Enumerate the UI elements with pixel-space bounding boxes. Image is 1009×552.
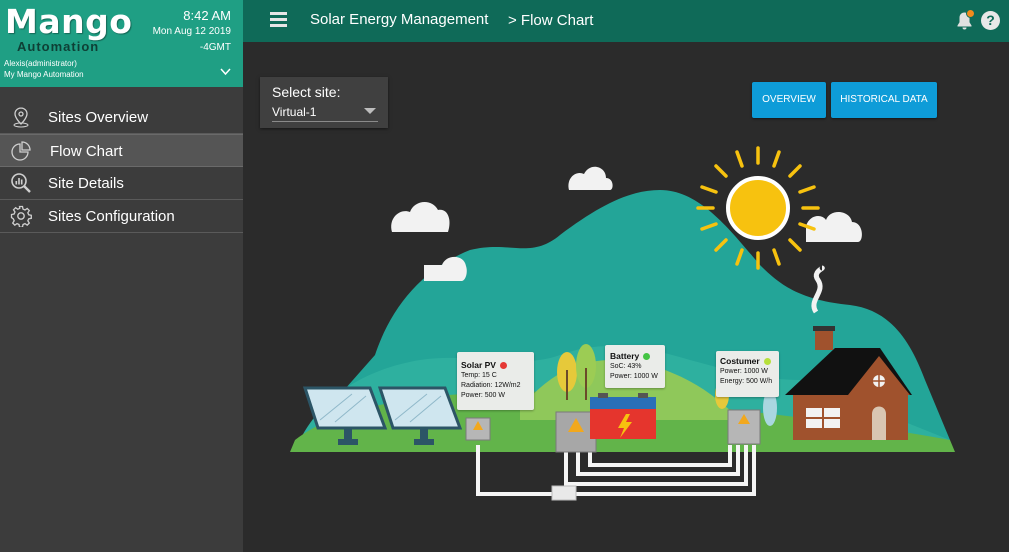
sidebar-item-flow-chart[interactable]: Flow Chart: [0, 134, 243, 167]
site-select[interactable]: Select site: Virtual-1: [260, 77, 388, 128]
status-dot-lime: [763, 358, 771, 365]
sun: [696, 146, 820, 270]
sidebar-item-sites-configuration[interactable]: Sites Configuration: [0, 200, 243, 233]
brand-panel: Mango Automation 8:42 AM Mon Aug 12 2019…: [0, 0, 243, 87]
solar-pv-title: Solar PV: [461, 359, 530, 371]
pie-chart-icon: [11, 141, 31, 161]
sidebar-item-label: Site Details: [48, 175, 124, 192]
battery: [590, 393, 656, 439]
power-lines: [476, 445, 756, 496]
map-pin-icon: [13, 107, 29, 128]
costumer-card[interactable]: Costumer Power: 1000 W Energy: 500 W/h: [716, 351, 779, 397]
status-dot-red: [499, 362, 507, 369]
sidebar-item-label: Sites Overview: [48, 109, 149, 126]
search-chart-icon: [11, 173, 31, 193]
menu-icon[interactable]: [270, 12, 287, 27]
logo[interactable]: Mango: [5, 2, 132, 41]
app-name: My Mango Automation: [4, 70, 84, 79]
chevron-down-icon[interactable]: [220, 68, 231, 76]
site-select-label: Select site:: [272, 84, 341, 100]
user-name: Alexis(administrator): [4, 59, 77, 68]
solar-pv-card[interactable]: Solar PV Temp: 15 C Radiation: 12W/m2 Po…: [457, 352, 534, 410]
junction-box: [551, 485, 577, 501]
sidebar-nav: Sites Overview Flow Chart Site Details S…: [0, 101, 243, 233]
dropdown-arrow-icon[interactable]: [364, 108, 376, 114]
app-root: Mango Automation 8:42 AM Mon Aug 12 2019…: [0, 0, 1009, 552]
status-dot-green: [643, 353, 651, 360]
battery-card[interactable]: Battery SoC: 43% Power: 1000 W: [605, 345, 665, 388]
sidebar-item-label: Flow Chart: [50, 143, 123, 160]
clock-time: 8:42 AM: [183, 8, 231, 23]
battery-soc: SoC: 43%: [610, 363, 642, 370]
sidebar-item-label: Sites Configuration: [48, 208, 175, 225]
solar-pv-radiation: Radiation: 12W/m2: [461, 382, 521, 389]
logo-subtitle: Automation: [17, 39, 100, 54]
solar-pv-temp: Temp: 15 C: [461, 372, 497, 379]
notification-badge: [966, 9, 975, 18]
flow-chart-illustration: [290, 146, 955, 501]
costumer-power: Power: 1000 W: [720, 368, 768, 375]
help-icon[interactable]: ?: [981, 11, 1000, 30]
gear-icon: [10, 205, 32, 227]
top-header: Solar Energy Management > Flow Chart ?: [243, 0, 1009, 42]
battery-power: Power: 1000 W: [610, 373, 658, 380]
clock-timezone: -4GMT: [199, 42, 231, 53]
site-select-value[interactable]: Virtual-1: [272, 105, 378, 122]
page-title: Solar Energy Management: [310, 11, 489, 28]
sidebar: Mango Automation 8:42 AM Mon Aug 12 2019…: [0, 0, 243, 552]
battery-title: Battery: [610, 350, 660, 362]
costumer-title: Costumer: [720, 355, 775, 367]
solar-pv-power: Power: 500 W: [461, 392, 505, 399]
historical-data-button[interactable]: HISTORICAL DATA: [831, 82, 937, 118]
breadcrumb: > Flow Chart: [508, 12, 594, 29]
costumer-energy: Energy: 500 W/h: [720, 378, 773, 385]
sidebar-item-site-details[interactable]: Site Details: [0, 167, 243, 200]
sidebar-item-sites-overview[interactable]: Sites Overview: [0, 101, 243, 134]
clock-date: Mon Aug 12 2019: [152, 26, 231, 37]
overview-button[interactable]: OVERVIEW: [752, 82, 826, 118]
